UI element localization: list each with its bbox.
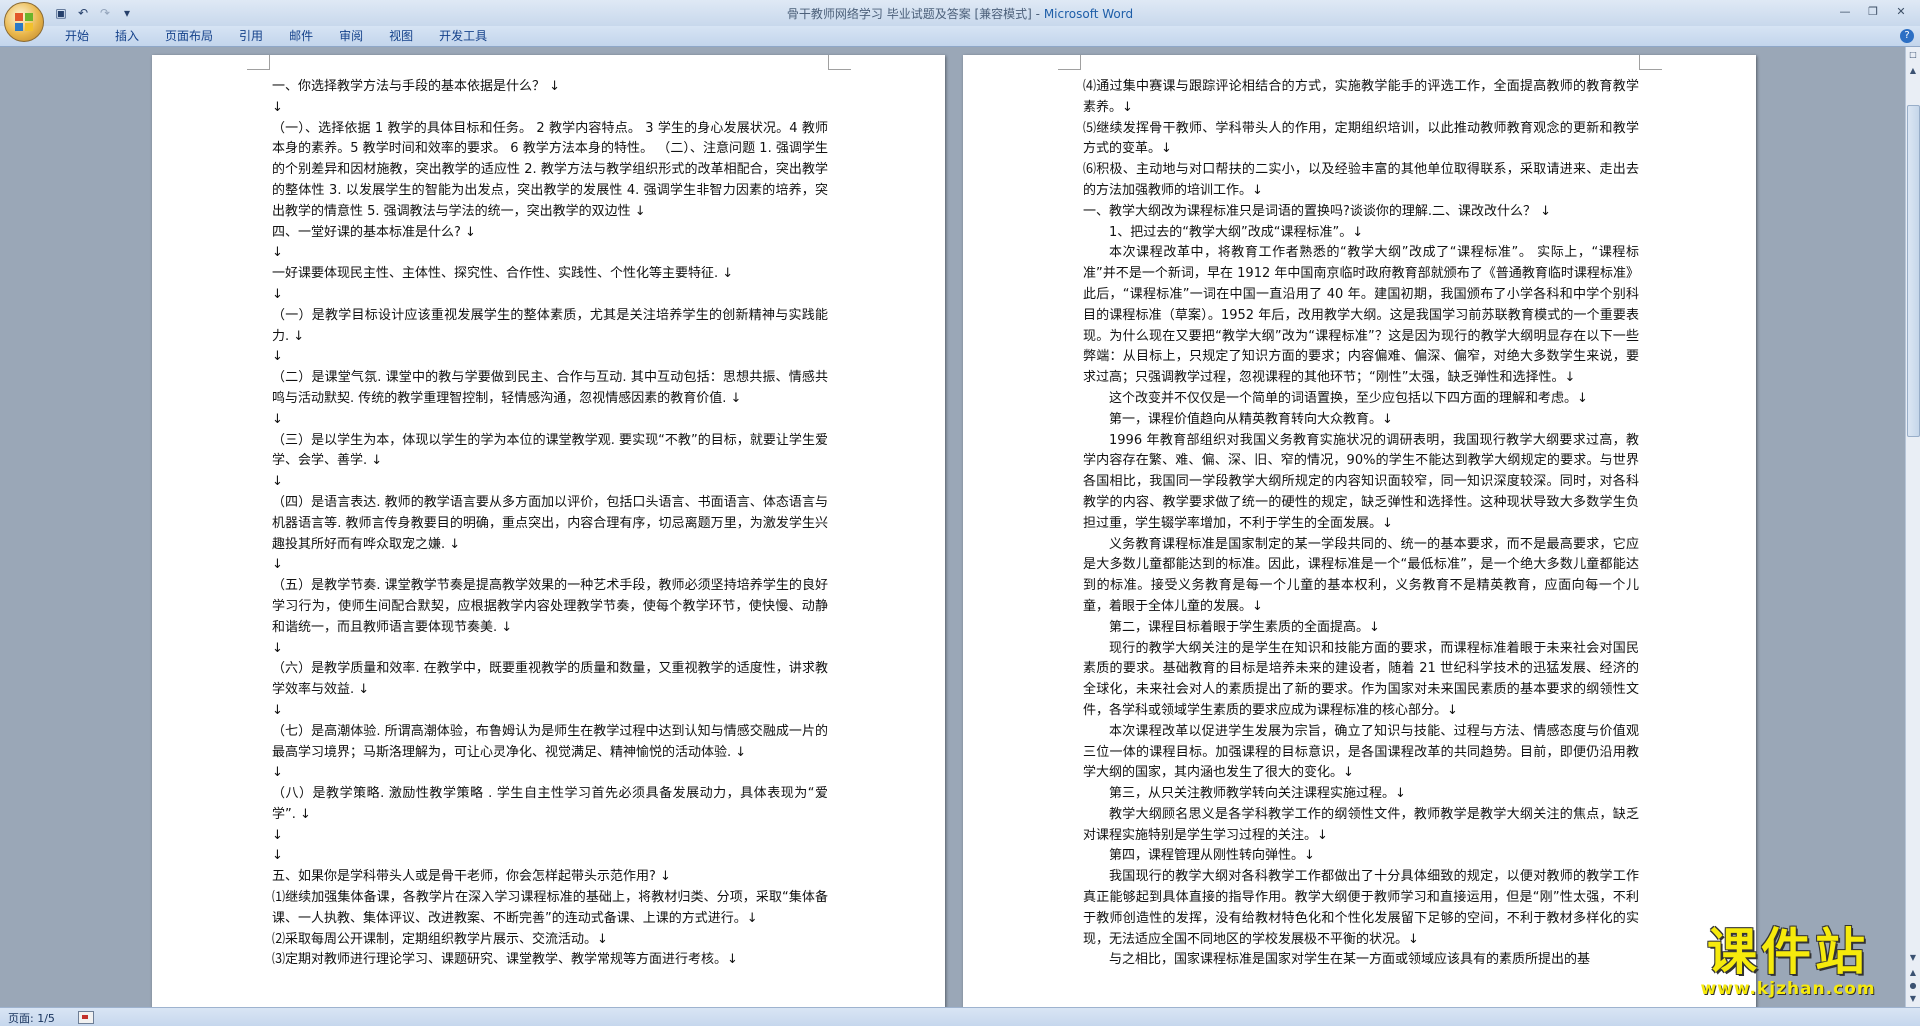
paragraph: 1996 年教育部组织对我国义务教育实施状况的调研表明，我国现行教学大纲要求过高… xyxy=(1083,432,1639,531)
status-bar: 页面: 1/5 xyxy=(0,1007,1920,1026)
page-indicator[interactable]: 页面: 1/5 xyxy=(8,1010,55,1026)
paragraph: 义务教育课程标准是国家制定的某一学段共同的、统一的基本要求，而不是最高要求，它应… xyxy=(1083,536,1639,614)
paragraph: 现行的教学大纲关注的是学生在知识和技能方面的要求，而课程标准着眼于未来社会对国民… xyxy=(1083,640,1639,718)
paragraph: 第二，课程目标着眼于学生素质的全面提高。↓ xyxy=(1109,619,1380,635)
window-controls: — ❐ ✕ xyxy=(1832,2,1914,20)
paragraph: 第三，从只关注教师教学转向关注课程实施过程。↓ xyxy=(1109,786,1406,802)
paragraph: ↓ xyxy=(272,286,283,302)
tab-view[interactable]: 视图 xyxy=(376,29,426,43)
paragraph: 五、如果你是学科带头人或是骨干老师，你会怎样起带头示范作用? ↓ xyxy=(272,869,671,885)
watermark-title: 课件站 xyxy=(1707,923,1869,981)
tab-page-layout[interactable]: 页面布局 xyxy=(152,29,226,43)
browse-object-icon[interactable]: ● xyxy=(1907,980,1919,992)
paragraph: 第一，课程价值趋向从精英教育转向大众教育。↓ xyxy=(1109,411,1393,427)
help-icon[interactable]: ? xyxy=(1900,29,1914,43)
paragraph: 本次课程改革中，将教育工作者熟悉的“教学大纲”改成了“课程标准”。 实际上，“课… xyxy=(1083,245,1639,386)
scroll-thumb[interactable] xyxy=(1907,105,1920,437)
paragraph: 教学大纲顾名思义是各学科教学工作的纲领性文件，教师教学是教学大纲关注的焦点，缺乏… xyxy=(1083,806,1639,843)
crop-mark xyxy=(247,55,270,70)
page-2[interactable]: ⑷通过集中赛课与跟踪评论相结合的方式，实施教学能手的评选工作，全面提高教师的教育… xyxy=(963,55,1756,1007)
proofing-icon[interactable] xyxy=(78,1011,94,1024)
paragraph: ⑵采取每周公开课制，定期组织教学片展示、交流活动。↓ xyxy=(272,931,608,947)
paragraph: 一、你选择教学方法与手段的基本依据是什么？ ↓ xyxy=(272,79,561,94)
paragraph: 第四，课程管理从刚性转向弹性。↓ xyxy=(1109,848,1315,864)
maximize-icon[interactable]: ❐ xyxy=(1860,2,1886,20)
paragraph: 四、一堂好课的基本标准是什么? ↓ xyxy=(272,224,476,240)
paragraph: ⑸继续发挥骨干教师、学科带头人的作用，定期组织培训，以此推动教师教育观念的更新和… xyxy=(1083,120,1639,157)
paragraph: ↓ xyxy=(272,474,283,490)
paragraph: （四）是语言表达. 教师的教学语言要从多方面加以评价，包括口头语言、书面语言、体… xyxy=(272,494,828,552)
tab-home[interactable]: 开始 xyxy=(52,29,102,43)
page-2-text: ⑷通过集中赛课与跟踪评论相结合的方式，实施教学能手的评选工作，全面提高教师的教育… xyxy=(1083,77,1639,971)
paragraph: 我国现行的教学大纲对各科教学工作都做出了十分具体细致的规定，以便对教师的教学工作… xyxy=(1083,869,1639,947)
scroll-down-icon[interactable]: ▼ xyxy=(1907,952,1919,964)
paragraph: 本次课程改革以促进学生发展为宗旨，确立了知识与技能、过程与方法、情感态度与价值观… xyxy=(1083,723,1639,781)
document-area[interactable]: 一、你选择教学方法与手段的基本依据是什么？ ↓ ↓ （一）、选择依据 1 教学的具体… xyxy=(0,47,1906,1007)
tab-insert[interactable]: 插入 xyxy=(102,29,152,43)
paragraph: ↓ xyxy=(272,99,283,115)
window-title: 骨干教师网络学习 毕业试题及答案 [兼容模式] - Microsoft Word xyxy=(0,5,1920,22)
paragraph: （七）是高潮体验. 所谓高潮体验，布鲁姆认为是师生在教学过程中达到认知与情感交融… xyxy=(272,723,828,760)
minimize-icon[interactable]: — xyxy=(1832,2,1858,20)
paragraph: ⑴继续加强集体备课，各教学片在深入学习课程标准的基础上，将教材归类、分项，采取“… xyxy=(272,890,828,926)
crop-mark xyxy=(1058,55,1081,70)
close-icon[interactable]: ✕ xyxy=(1888,2,1914,20)
office-button[interactable] xyxy=(4,2,44,42)
scroll-up-icon[interactable]: ▲ xyxy=(1907,65,1919,77)
paragraph: ↓ xyxy=(272,848,283,864)
page-1[interactable]: 一、你选择教学方法与手段的基本依据是什么？ ↓ ↓ （一）、选择依据 1 教学的具体… xyxy=(152,55,945,1007)
watermark-logo: 课件站 www.kjzhan.com xyxy=(1668,925,1908,1011)
title-bar: ▣ ↶ ↷ ▾ 骨干教师网络学习 毕业试题及答案 [兼容模式] - Micros… xyxy=(0,0,1920,42)
paragraph: ⑹积极、主动地与对口帮扶的二实小，以及经验丰富的其他单位取得联系，采取请进来、走… xyxy=(1083,162,1639,198)
paragraph: ↓ xyxy=(272,557,283,573)
document-title: 骨干教师网络学习 毕业试题及答案 [兼容模式] - xyxy=(786,7,1044,21)
tab-mailings[interactable]: 邮件 xyxy=(276,29,326,43)
vertical-scrollbar[interactable]: □ ▲ ▼ ▲ ● ▼ xyxy=(1905,47,1920,1007)
next-page-icon[interactable]: ▼ xyxy=(1907,993,1919,1005)
paragraph: 一好课要体现民主性、主体性、探究性、合作性、实践性、个性化等主要特征. ↓ xyxy=(272,266,734,282)
ribbon: 开始 插入 页面布局 引用 邮件 审阅 视图 开发工具 ? xyxy=(0,26,1920,47)
paragraph: ↓ xyxy=(272,827,283,843)
ruler-toggle-icon[interactable]: □ xyxy=(1907,49,1919,61)
office-logo-icon xyxy=(15,13,33,31)
tab-review[interactable]: 审阅 xyxy=(326,29,376,43)
paragraph: （五）是教学节奏. 课堂教学节奏是提高教学效果的一种艺术手段，教师必须坚持培养学… xyxy=(272,578,828,635)
previous-page-icon[interactable]: ▲ xyxy=(1907,967,1919,979)
paragraph: （一）是教学目标设计应该重视发展学生的整体素质，尤其是关注培养学生的创新精神与实… xyxy=(272,307,828,344)
crop-mark xyxy=(1639,55,1662,70)
paragraph: （一）、选择依据 1 教学的具体目标和任务。 2 教学内容特点。 3 学生的身心… xyxy=(272,120,828,219)
paragraph: ↓ xyxy=(272,349,283,365)
paragraph: ⑶定期对教师进行理论学习、课题研究、课堂教学、教学常规等方面进行考核。↓ xyxy=(272,952,738,968)
tab-references[interactable]: 引用 xyxy=(226,29,276,43)
page-1-text: 一、你选择教学方法与手段的基本依据是什么？ ↓ ↓ （一）、选择依据 1 教学的具体… xyxy=(272,77,828,971)
paragraph: ↓ xyxy=(272,702,283,718)
watermark-url: www.kjzhan.com xyxy=(1700,979,1876,999)
tab-developer[interactable]: 开发工具 xyxy=(426,29,500,43)
paragraph: 与之相比，国家课程标准是国家对学生在某一方面或领域应该具有的素质所提出的基 xyxy=(1109,952,1591,968)
paragraph: ↓ xyxy=(272,765,283,781)
paragraph: （六）是教学质量和效率. 在教学中，既要重视教学的质量和数量，又重视教学的适度性… xyxy=(272,661,828,698)
paragraph: （三）是以学生为本，体现以学生的学为本位的课堂教学观. 要实现“不教”的目标，就… xyxy=(272,432,828,469)
paragraph: 一、教学大纲改为课程标准只是词语的置换吗?谈谈你的理解.二、课改改什么？ ↓ xyxy=(1083,203,1552,219)
paragraph: ↓ xyxy=(272,245,283,261)
app-name: Microsoft Word xyxy=(1043,7,1134,21)
crop-mark xyxy=(828,55,851,70)
ribbon-tabs: 开始 插入 页面布局 引用 邮件 审阅 视图 开发工具 xyxy=(52,29,500,43)
paragraph: （八）是教学策略. 激励性教学策略 . 学生自主性学习首先必须具备发展动力，具体… xyxy=(272,786,828,822)
paragraph: ↓ xyxy=(272,640,283,656)
paragraph: （二）是课堂气氛. 课堂中的教与学要做到民主、合作与互动. 其中互动包括：思想共… xyxy=(272,370,828,406)
paragraph: ↓ xyxy=(272,411,283,427)
paragraph: 1、把过去的“教学大纲”改成“课程标准”。↓ xyxy=(1109,224,1364,240)
paragraph: 这个改变并不仅仅是一个简单的词语置换，至少应包括以下四方面的理解和考虑。↓ xyxy=(1109,390,1588,406)
paragraph: ⑷通过集中赛课与跟踪评论相结合的方式，实施教学能手的评选工作，全面提高教师的教育… xyxy=(1083,79,1639,115)
